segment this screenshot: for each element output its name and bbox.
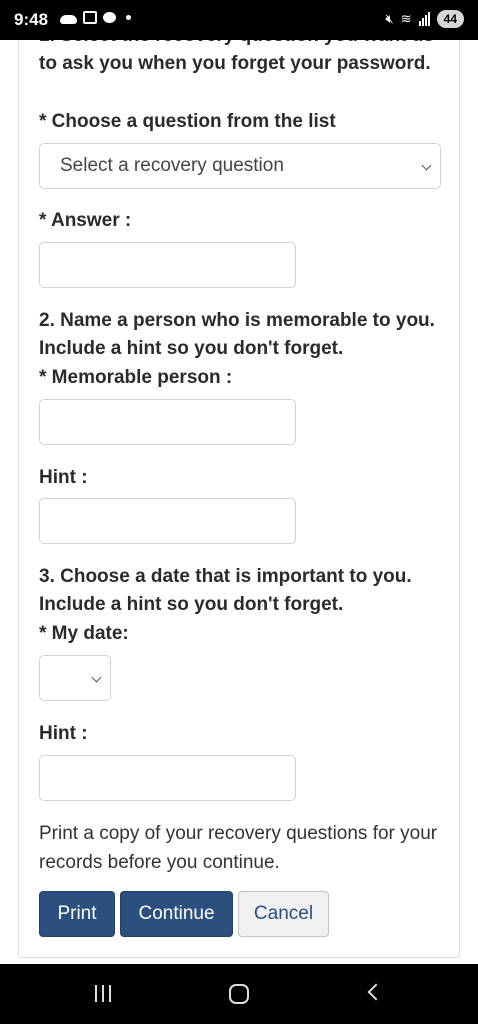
- back-icon[interactable]: [367, 983, 385, 1001]
- person-hint-input[interactable]: [39, 498, 296, 544]
- calendar-icon: [83, 11, 97, 24]
- person-hint-label: Hint :: [39, 467, 88, 488]
- cancel-button[interactable]: Cancel: [238, 891, 329, 937]
- recovery-form-card: 1. Select the recovery question you want…: [18, 25, 460, 958]
- notification-icons: [60, 11, 131, 24]
- signal-icon: [418, 12, 430, 26]
- battery-icon: 44: [436, 10, 464, 28]
- section3-heading: 3. Choose a date that is important to yo…: [39, 566, 412, 615]
- home-icon[interactable]: [229, 984, 249, 1004]
- recents-icon[interactable]: [95, 985, 111, 1002]
- system-icons: 🔇︎ ≋ 44: [386, 10, 464, 28]
- print-button[interactable]: Print: [39, 891, 115, 937]
- chat-icon: [103, 12, 116, 23]
- wifi-icon: ≋: [400, 11, 412, 26]
- memorable-person-label: * Memorable person :: [39, 367, 233, 388]
- answer-label: * Answer :: [39, 210, 132, 231]
- date-hint-input[interactable]: [39, 755, 296, 801]
- memorable-person-input[interactable]: [39, 399, 296, 445]
- recovery-question-select[interactable]: Select a recovery question: [39, 143, 441, 189]
- chevron-down-icon: [421, 160, 432, 171]
- select-placeholder: Select a recovery question: [60, 155, 284, 176]
- navigation-bar: [0, 964, 478, 1024]
- status-time: 9:48: [14, 10, 49, 29]
- continue-button[interactable]: Continue: [120, 891, 233, 937]
- date-select[interactable]: [39, 655, 111, 701]
- more-notifications-dot-icon: [126, 15, 131, 20]
- question-select-label: * Choose a question from the list: [39, 111, 336, 132]
- status-bar: 9:48 🔇︎ ≋ 44: [0, 0, 478, 40]
- answer-input[interactable]: [39, 242, 296, 288]
- cloud-icon: [60, 15, 77, 24]
- my-date-label: * My date:: [39, 623, 129, 644]
- print-notice: Print a copy of your recovery questions …: [39, 823, 438, 873]
- section2-heading: 2. Name a person who is memorable to you…: [39, 310, 435, 359]
- date-hint-label: Hint :: [39, 723, 88, 744]
- mute-icon: 🔇︎: [385, 11, 394, 26]
- chevron-down-icon: [91, 672, 102, 683]
